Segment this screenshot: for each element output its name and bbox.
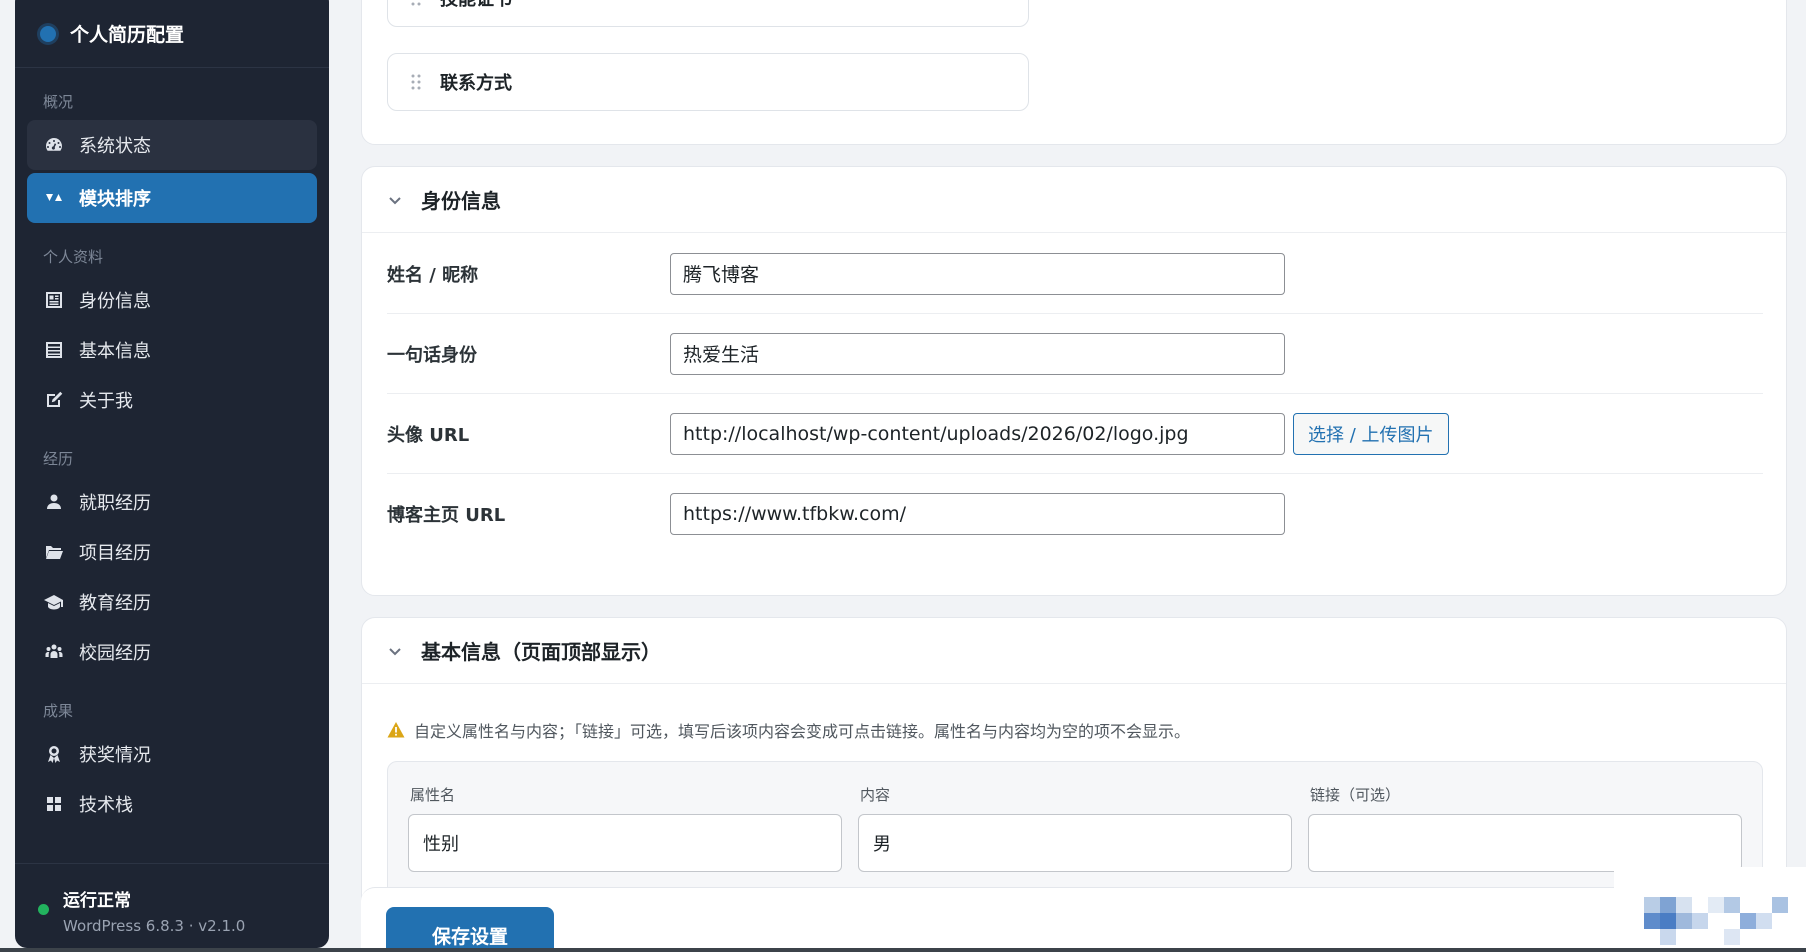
dashboard-icon (43, 134, 65, 156)
sidebar-footer: 运行正常 WordPress 6.8.3 · v2.1.0 (15, 863, 329, 948)
sidebar-item-awards[interactable]: 获奖情况 (27, 729, 317, 779)
sidebar-item-campus-experience[interactable]: 校园经历 (27, 627, 317, 677)
graduation-cap-icon (43, 591, 65, 613)
attribute-link-input[interactable] (1308, 814, 1742, 872)
award-icon (43, 743, 65, 765)
column-header: 链接（可选） (1310, 786, 1401, 804)
card-title: 身份信息 (421, 189, 501, 213)
sidebar-item-about-me[interactable]: 关于我 (27, 375, 317, 425)
sidebar-group-experience: 经历 (43, 450, 74, 468)
list-icon (43, 339, 65, 361)
sidebar-group-profile: 个人资料 (43, 248, 104, 266)
sidebar-item-label: 关于我 (79, 391, 133, 412)
sidebar-group-overview: 概况 (43, 93, 74, 111)
form-row-avatar: 头像 URL 选择 / 上传图片 (387, 394, 1763, 474)
status-text: 运行正常 (63, 891, 131, 911)
sidebar-item-label: 校园经历 (79, 643, 151, 664)
sidebar-item-system-status[interactable]: 系统状态 (27, 120, 317, 170)
sidebar-item-label: 技术栈 (79, 795, 133, 816)
form-row-name: 姓名 / 昵称 (387, 234, 1763, 314)
sidebar-item-label: 项目经历 (79, 543, 151, 564)
blurred-widget (1614, 867, 1806, 952)
module-order-card: 技能证书 联系方式 (361, 0, 1787, 145)
grid-icon (43, 793, 65, 815)
card-title: 基本信息（页面顶部显示） (421, 640, 661, 664)
sidebar-item-label: 身份信息 (79, 291, 151, 312)
tagline-input[interactable] (670, 332, 1285, 375)
sidebar-item-module-sort[interactable]: 模块排序 (27, 173, 317, 223)
sidebar-title: 个人简历配置 (70, 24, 185, 46)
blog-url-input[interactable] (670, 493, 1285, 535)
module-label: 联系方式 (440, 73, 512, 94)
sidebar-item-identity[interactable]: 身份信息 (27, 275, 317, 325)
sidebar-item-project-experience[interactable]: 项目经历 (27, 527, 317, 577)
name-input[interactable] (670, 252, 1285, 295)
notice: 自定义属性名与内容；「链接」可选，填写后该项内容会变成可点击链接。属性名与内容均… (387, 718, 1190, 742)
avatar-url-input[interactable] (670, 412, 1285, 455)
chevron-down-icon[interactable] (387, 643, 403, 659)
save-bar: 保存设置 (361, 887, 1787, 952)
id-card-icon (43, 289, 65, 311)
sidebar-header: 个人简历配置 (15, 0, 329, 68)
user-icon (43, 491, 65, 513)
sidebar-group-achievements: 成果 (43, 702, 74, 720)
sidebar-item-label: 教育经历 (79, 593, 151, 614)
attribute-content-column: 内容 (858, 784, 1292, 872)
field-label: 一句话身份 (387, 344, 477, 366)
sidebar-item-basic-info[interactable]: 基本信息 (27, 325, 317, 375)
sidebar-item-label: 模块排序 (79, 189, 151, 210)
notice-text: 自定义属性名与内容；「链接」可选，填写后该项内容会变成可点击链接。属性名与内容均… (414, 722, 1191, 741)
version-text: WordPress 6.8.3 · v2.1.0 (63, 917, 246, 935)
field-label: 头像 URL (387, 424, 470, 446)
edit-icon (43, 389, 65, 411)
bottom-border (0, 948, 1806, 952)
sidebar-item-work-experience[interactable]: 就职经历 (27, 477, 317, 527)
warning-icon (387, 721, 405, 739)
module-row[interactable]: 联系方式 (387, 53, 1029, 111)
sidebar-item-education-experience[interactable]: 教育经历 (27, 577, 317, 627)
column-header: 内容 (860, 786, 891, 804)
module-row[interactable]: 技能证书 (387, 0, 1029, 27)
sidebar: 个人简历配置 概况 系统状态 模块排序 个人资料 身份信息 基本信息 关于我 经… (15, 0, 329, 948)
attribute-content-input[interactable] (858, 814, 1292, 872)
field-label: 博客主页 URL (387, 505, 506, 526)
module-label: 技能证书 (440, 0, 512, 11)
sidebar-item-label: 系统状态 (79, 136, 151, 157)
upload-image-button[interactable]: 选择 / 上传图片 (1293, 412, 1449, 455)
form-row-tagline: 一句话身份 (387, 314, 1763, 394)
folder-icon (43, 541, 65, 563)
sort-icon (43, 187, 65, 209)
attribute-name-input[interactable] (408, 814, 842, 872)
brand-dot-icon (40, 25, 56, 42)
save-settings-button[interactable]: 保存设置 (386, 907, 554, 952)
form-row-blog-url: 博客主页 URL (387, 474, 1763, 554)
group-icon (43, 641, 65, 663)
column-header: 属性名 (410, 786, 456, 804)
field-label: 姓名 / 昵称 (387, 264, 479, 286)
sidebar-item-tech-stack[interactable]: 技术栈 (27, 779, 317, 829)
attribute-link-column: 链接（可选） (1308, 784, 1742, 872)
sidebar-item-label: 就职经历 (79, 493, 151, 514)
chevron-down-icon[interactable] (387, 192, 403, 208)
drag-handle-icon[interactable] (410, 73, 422, 91)
identity-card: 身份信息 姓名 / 昵称 一句话身份 头像 URL 选择 / 上传图片 博客主页… (361, 166, 1787, 596)
identity-card-header[interactable]: 身份信息 (362, 167, 1786, 233)
sidebar-item-label: 基本信息 (79, 341, 151, 362)
sidebar-item-label: 获奖情况 (79, 745, 151, 766)
attribute-name-column: 属性名 (408, 784, 842, 872)
basic-info-card-header[interactable]: 基本信息（页面顶部显示） (362, 618, 1786, 684)
status-dot-icon (38, 904, 49, 915)
drag-handle-icon[interactable] (410, 0, 422, 7)
